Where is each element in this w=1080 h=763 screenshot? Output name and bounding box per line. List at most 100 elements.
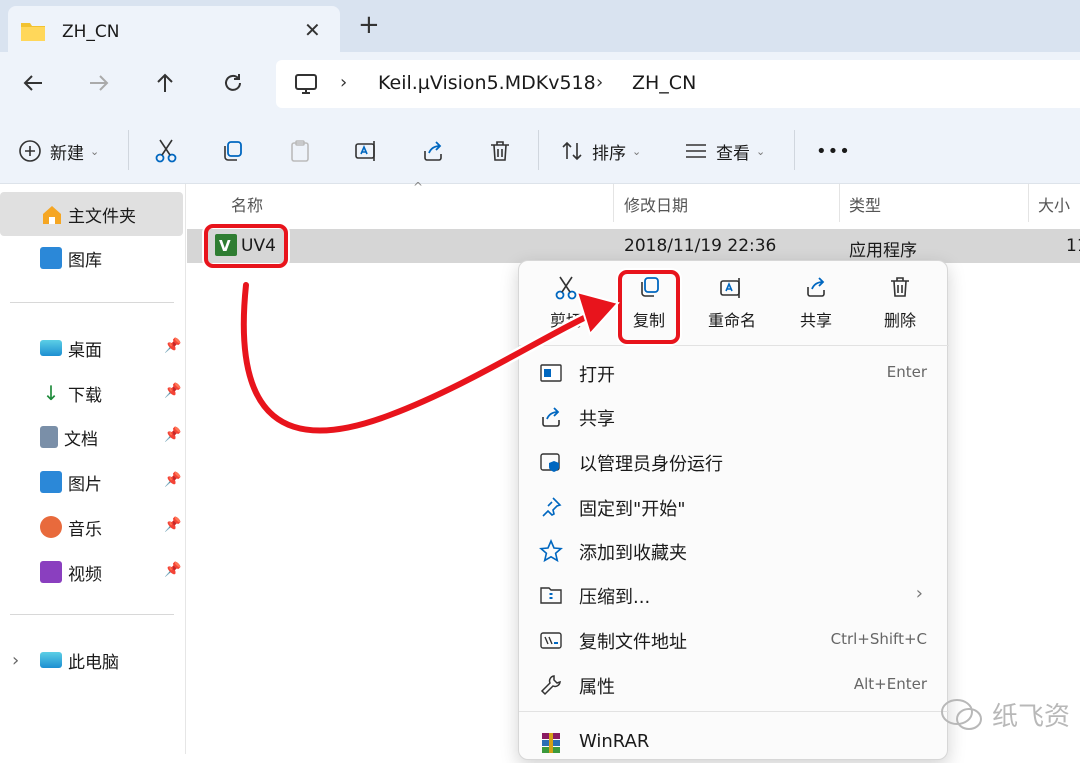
file-type: 应用程序 <box>849 241 917 261</box>
breadcrumb-keil[interactable]: Keil.µVision5.MDKv518 <box>378 72 596 94</box>
close-tab-icon[interactable]: ✕ <box>304 18 321 42</box>
command-bar: 新建 ⌄ 排序 ⌄ 查看 ⌄ ••• <box>0 116 1080 184</box>
clipboard-icon <box>291 140 309 162</box>
divider <box>613 184 614 222</box>
column-size[interactable]: 大小 <box>1038 192 1070 216</box>
trash-icon <box>865 275 935 303</box>
divider <box>10 614 174 615</box>
paste-button[interactable] <box>288 136 312 166</box>
column-name[interactable]: 名称 <box>231 192 263 216</box>
gallery-icon <box>40 247 62 269</box>
menu-item-label: 以管理员身份运行 <box>579 454 723 475</box>
more-options-button[interactable]: ••• <box>816 136 851 166</box>
sidebar-item-downloads[interactable]: ↓ 下载 <box>40 379 102 407</box>
menu-item-label: 共享 <box>579 409 615 430</box>
breadcrumb-zh-cn[interactable]: ZH_CN <box>632 72 696 94</box>
chevron-right-icon[interactable]: › <box>340 72 347 93</box>
menu-item-add-favorites[interactable]: 添加到收藏夹 <box>519 529 949 571</box>
menu-item-properties[interactable]: 属性 Alt+Enter <box>519 663 949 705</box>
divider <box>519 345 949 346</box>
divider <box>794 130 795 170</box>
sidebar-item-pictures[interactable]: 图片 <box>40 468 102 496</box>
sort-button[interactable]: 排序 ⌄ <box>560 136 641 166</box>
menu-item-pin-to-start[interactable]: 固定到"开始" <box>519 485 949 527</box>
menu-item-run-as-admin[interactable]: 以管理员身份运行 <box>519 440 949 482</box>
sort-label: 排序 <box>592 143 626 164</box>
expand-chevron-icon[interactable]: › <box>12 650 19 671</box>
pin-icon[interactable]: 📌 <box>164 517 181 533</box>
forward-arrow-icon[interactable] <box>82 66 116 100</box>
computer-icon <box>40 652 62 668</box>
document-icon <box>40 426 58 448</box>
refresh-icon[interactable] <box>216 66 250 100</box>
divider <box>1028 184 1029 222</box>
sidebar-item-home[interactable]: 主文件夹 <box>0 192 183 236</box>
sidebar-item-this-pc[interactable]: 此电脑 <box>40 646 119 674</box>
back-arrow-icon[interactable] <box>16 66 50 100</box>
tab-title: ZH_CN <box>62 22 120 42</box>
sidebar-item-music[interactable]: 音乐 <box>40 513 102 541</box>
up-arrow-icon[interactable] <box>148 66 182 100</box>
sidebar-item-label: 视频 <box>68 564 102 585</box>
rename-button[interactable] <box>354 136 380 166</box>
menu-item-open[interactable]: 打开 Enter <box>519 351 949 393</box>
menu-item-label: 添加到收藏夹 <box>579 543 687 564</box>
scissors-icon <box>155 139 177 163</box>
star-icon <box>539 538 563 563</box>
watermark-text: 纸飞资 <box>991 702 1070 732</box>
pin-icon[interactable]: 📌 <box>164 562 181 578</box>
view-button[interactable]: 查看 ⌄ <box>684 136 765 166</box>
column-type[interactable]: 类型 <box>849 192 881 216</box>
menu-item-copy-path[interactable]: 复制文件地址 Ctrl+Shift+C <box>519 618 949 660</box>
sidebar-item-gallery[interactable]: 图库 <box>40 244 102 272</box>
delete-button[interactable] <box>488 136 512 166</box>
plus-circle-icon <box>19 140 41 162</box>
computer-icon <box>294 72 318 100</box>
menu-item-label: 固定到"开始" <box>579 499 686 520</box>
shortcut-text: Ctrl+Shift+C <box>830 630 927 648</box>
shield-icon <box>539 450 563 474</box>
share-icon <box>781 275 851 303</box>
menu-item-label: 打开 <box>579 365 615 386</box>
divider <box>538 130 539 170</box>
menu-item-label: 复制文件地址 <box>579 632 687 653</box>
chevron-right-icon[interactable]: › <box>596 72 603 93</box>
copy-button[interactable] <box>220 136 244 166</box>
menu-item-winrar[interactable]: WinRAR <box>519 721 949 763</box>
trash-icon <box>491 141 509 161</box>
sidebar-item-desktop[interactable]: 桌面 <box>40 334 102 362</box>
cut-label: 剪切 <box>549 311 582 330</box>
delete-button[interactable]: 删除 <box>865 275 935 335</box>
sidebar-item-label: 音乐 <box>68 519 102 540</box>
wechat-icon <box>940 698 982 730</box>
rename-button[interactable]: 重命名 <box>697 275 767 335</box>
cut-button[interactable]: 剪切 <box>531 275 601 335</box>
chevron-right-icon: › <box>915 583 923 604</box>
sort-icon <box>562 141 582 161</box>
pin-icon[interactable]: 📌 <box>164 427 181 443</box>
pin-icon[interactable]: 📌 <box>164 383 181 399</box>
share-button[interactable] <box>421 136 445 166</box>
menu-item-compress[interactable]: 压缩到... › <box>519 573 949 615</box>
sidebar-item-videos[interactable]: 视频 <box>40 558 102 586</box>
tab-bar: ZH_CN ✕ + <box>0 0 1080 52</box>
share-label: 共享 <box>799 311 832 330</box>
pin-icon[interactable]: 📌 <box>164 338 181 354</box>
new-tab-button[interactable]: + <box>358 10 380 40</box>
menu-item-share[interactable]: 共享 <box>519 395 949 437</box>
download-icon: ↓ <box>42 381 60 405</box>
divider <box>10 302 174 303</box>
sidebar-item-label: 桌面 <box>68 340 102 361</box>
cut-button[interactable] <box>153 136 179 166</box>
pin-icon[interactable]: 📌 <box>164 472 181 488</box>
file-row-uv4[interactable]: V UV4 2018/11/19 22:36 应用程序 11 <box>187 229 1080 263</box>
sidebar-item-documents[interactable]: 文档 <box>40 423 98 451</box>
chevron-down-icon: ⌄ <box>90 144 100 158</box>
menu-item-label: WinRAR <box>579 731 650 752</box>
tab-zh-cn[interactable]: ZH_CN ✕ <box>8 6 340 52</box>
new-button[interactable]: 新建 ⌄ <box>18 136 99 166</box>
address-bar[interactable]: › Keil.µVision5.MDKv518 › ZH_CN <box>276 60 1080 108</box>
share-icon <box>424 141 442 161</box>
share-button[interactable]: 共享 <box>781 275 851 335</box>
column-modified[interactable]: 修改日期 <box>624 192 688 216</box>
